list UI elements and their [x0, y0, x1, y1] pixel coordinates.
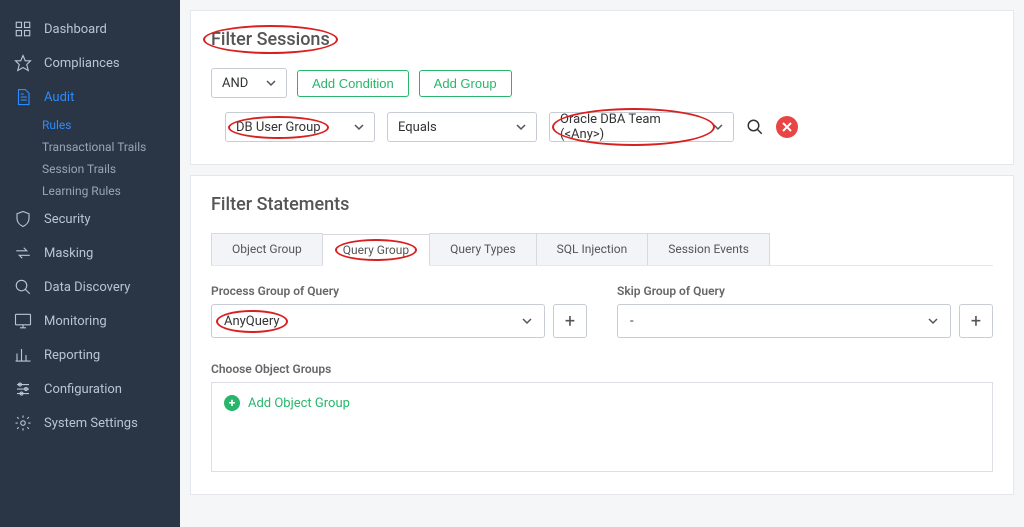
logic-selector[interactable]: AND	[211, 68, 287, 98]
sidebar-item-label: Reporting	[44, 348, 100, 363]
sidebar-item-monitoring[interactable]: Monitoring	[0, 304, 180, 338]
close-icon	[782, 122, 792, 132]
main-content: Filter Sessions AND Add Condition Add Gr…	[180, 0, 1024, 527]
delete-condition-button[interactable]	[776, 116, 798, 138]
condition-operator-select[interactable]: Equals	[387, 112, 537, 142]
sidebar: Dashboard Compliances Audit Rules Transa…	[0, 0, 180, 527]
process-group-label: Process Group of Query	[211, 284, 587, 298]
shield-icon	[14, 210, 32, 228]
object-groups-box: + Add Object Group	[211, 382, 993, 472]
condition-field-select[interactable]: DB User Group	[225, 112, 375, 142]
add-condition-button[interactable]: Add Condition	[297, 70, 409, 97]
filter-sessions-card: Filter Sessions AND Add Condition Add Gr…	[190, 10, 1014, 165]
sidebar-item-label: Monitoring	[44, 314, 107, 329]
add-group-button[interactable]: Add Group	[419, 70, 512, 97]
sidebar-sub-session-trails[interactable]: Session Trails	[0, 158, 180, 180]
search-icon[interactable]	[746, 118, 764, 136]
sidebar-item-masking[interactable]: Masking	[0, 236, 180, 270]
chevron-down-icon	[928, 316, 938, 326]
sidebar-item-label: Masking	[44, 246, 93, 261]
sliders-icon	[14, 380, 32, 398]
chevron-down-icon	[516, 122, 526, 132]
filter-statements-title: Filter Statements	[211, 194, 993, 215]
sidebar-item-audit[interactable]: Audit	[0, 80, 180, 114]
tab-query-types[interactable]: Query Types	[429, 233, 537, 265]
sidebar-item-label: Security	[44, 212, 91, 227]
chevron-down-icon	[713, 122, 723, 132]
condition-row: DB User Group Equals Oracle DBA Team (<A…	[211, 112, 993, 142]
sidebar-sub-learning-rules[interactable]: Learning Rules	[0, 180, 180, 202]
doc-icon	[14, 88, 32, 106]
statement-tabs: Object Group Query Group Query Types SQL…	[211, 233, 993, 266]
add-process-group-button[interactable]: +	[553, 304, 587, 338]
star-icon	[14, 54, 32, 72]
sidebar-item-label: Audit	[44, 90, 74, 105]
filter-sessions-toolbar: AND Add Condition Add Group	[211, 68, 993, 98]
chevron-down-icon	[266, 78, 276, 88]
sidebar-sub-transactional-trails[interactable]: Transactional Trails	[0, 136, 180, 158]
chevron-down-icon	[522, 316, 532, 326]
chevron-down-icon	[354, 122, 364, 132]
sidebar-item-configuration[interactable]: Configuration	[0, 372, 180, 406]
magnify-icon	[14, 278, 32, 296]
sidebar-item-label: Configuration	[44, 382, 122, 397]
plus-circle-icon: +	[224, 395, 240, 411]
sidebar-item-reporting[interactable]: Reporting	[0, 338, 180, 372]
condition-value-select[interactable]: Oracle DBA Team (<Any>)	[549, 112, 734, 142]
filter-sessions-title: Filter Sessions	[211, 29, 993, 50]
add-object-group-button[interactable]: + Add Object Group	[224, 395, 980, 411]
add-skip-group-button[interactable]: +	[959, 304, 993, 338]
swap-icon	[14, 244, 32, 262]
sidebar-item-dashboard[interactable]: Dashboard	[0, 12, 180, 46]
process-group-select[interactable]: AnyQuery	[211, 304, 545, 338]
sidebar-item-compliances[interactable]: Compliances	[0, 46, 180, 80]
grid-icon	[14, 20, 32, 38]
skip-group-select[interactable]: -	[617, 304, 951, 338]
sidebar-item-label: Data Discovery	[44, 280, 130, 295]
tab-session-events[interactable]: Session Events	[647, 233, 770, 265]
sidebar-item-data-discovery[interactable]: Data Discovery	[0, 270, 180, 304]
tab-query-group[interactable]: Query Group	[322, 234, 430, 266]
filter-statements-card: Filter Statements Object Group Query Gro…	[190, 175, 1014, 495]
sidebar-item-system-settings[interactable]: System Settings	[0, 406, 180, 440]
bars-icon	[14, 346, 32, 364]
gear-icon	[14, 414, 32, 432]
sidebar-sub-rules[interactable]: Rules	[0, 114, 180, 136]
sidebar-item-security[interactable]: Security	[0, 202, 180, 236]
query-group-fields: Process Group of Query AnyQuery + Skip G…	[211, 284, 993, 338]
sidebar-item-label: Dashboard	[44, 22, 107, 37]
choose-object-groups-label: Choose Object Groups	[211, 362, 993, 376]
tab-object-group[interactable]: Object Group	[211, 233, 323, 265]
skip-group-label: Skip Group of Query	[617, 284, 993, 298]
monitor-icon	[14, 312, 32, 330]
sidebar-item-label: Compliances	[44, 56, 120, 71]
tab-sql-injection[interactable]: SQL Injection	[536, 233, 649, 265]
sidebar-item-label: System Settings	[44, 416, 138, 431]
